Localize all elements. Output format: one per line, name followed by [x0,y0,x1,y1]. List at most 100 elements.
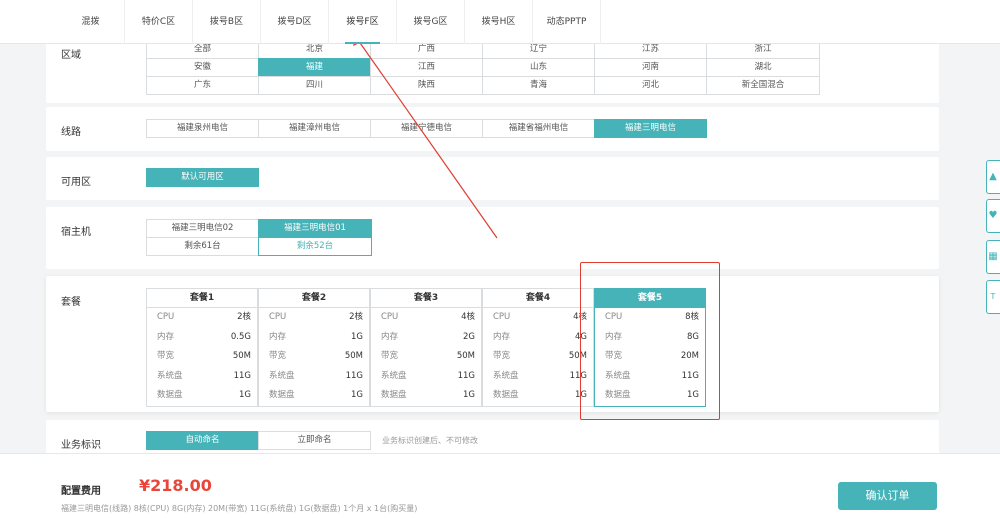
spec-value: 2核 [237,312,251,322]
price-value: ¥218.00 [139,476,212,495]
zone-tabs: 混拨 特价C区 拨号B区 拨号D区 拨号F区 拨号G区 拨号H区 动态PPTP [0,0,1000,44]
spec-key: 带宽 [493,351,511,361]
spec-value: 11G [569,370,587,381]
package-name: 套餐5 [595,289,705,308]
business-id-label: 业务标识 [61,440,101,451]
spec-value: 1G [575,390,587,400]
spec-key: 系统盘 [605,370,631,381]
region-option[interactable]: 陕西 [370,76,483,95]
spec-value: 20M [680,351,699,361]
spec-value: 11G [457,370,475,381]
region-option[interactable]: 广东 [146,76,259,95]
spec-key: 内存 [605,331,623,342]
spec-value: 50M [232,351,251,361]
package-spec-row: 内存 2G [371,328,481,348]
tab-dynamic-pptp[interactable]: 动态PPTP [533,0,601,44]
host-option-selected[interactable]: 福建三明电信01 [258,219,372,238]
region-option[interactable]: 河南 [594,58,707,77]
package-name: 套餐3 [371,289,481,308]
package-spec-row: 数据盘 1G [595,386,705,406]
spec-key: 数据盘 [493,390,519,400]
spec-value: 8G [687,331,699,342]
tab-dial-g[interactable]: 拨号G区 [397,0,465,44]
package-spec-row: 系统盘 11G [259,367,369,387]
package-spec-row: 内存 8G [595,328,705,348]
region-option[interactable]: 青海 [482,76,595,95]
line-option[interactable]: 福建漳州电信 [258,119,371,138]
line-option[interactable]: 福建泉州电信 [146,119,259,138]
package-card[interactable]: 套餐1 CPU 2核 内存 0.5G 带宽 50M 系统盘 11G 数据盘 1G [146,288,258,407]
host-remaining: 剩余61台 [146,237,259,256]
order-footer: 配置费用 ¥218.00 福建三明电信(线路) 8核(CPU) 8G(内存) 2… [0,453,1000,518]
spec-key: CPU [381,312,399,322]
region-option[interactable]: 新全国混合 [706,76,820,95]
line-option[interactable]: 福建省福州电信 [482,119,595,138]
package-spec-row: 系统盘 11G [483,367,593,387]
spec-value: 11G [345,370,363,381]
tab-special-c[interactable]: 特价C区 [125,0,193,44]
spec-key: 带宽 [605,351,623,361]
host-option[interactable]: 福建三明电信02 [146,219,259,238]
spec-key: 系统盘 [493,370,519,381]
line-option[interactable]: 福建宁德电信 [370,119,483,138]
confirm-order-button[interactable]: 确认订单 [838,482,937,510]
spec-key: 系统盘 [381,370,407,381]
tab-dial-d[interactable]: 拨号D区 [261,0,329,44]
tab-dial-h[interactable]: 拨号H区 [465,0,533,44]
text-icon[interactable]: T [986,280,1000,314]
package-card[interactable]: 套餐2 CPU 2核 内存 1G 带宽 50M 系统盘 11G 数据盘 1G [258,288,370,407]
spec-value: 11G [233,370,251,381]
package-name: 套餐4 [483,289,593,308]
tree-icon[interactable]: ▲ [986,160,1000,194]
heart-icon[interactable]: ♥ [986,199,1000,233]
zone-label: 可用区 [61,177,91,188]
auto-name-option[interactable]: 自动命名 [146,431,259,450]
region-option[interactable]: 山东 [482,58,595,77]
region-option[interactable]: 安徽 [146,58,259,77]
spec-value: 8核 [685,312,699,322]
package-name: 套餐2 [259,289,369,308]
spec-key: 数据盘 [269,390,295,400]
order-summary: 福建三明电信(线路) 8核(CPU) 8G(内存) 20M(带宽) 11G(系统… [61,504,418,513]
spec-value: 50M [456,351,475,361]
spec-value: 50M [344,351,363,361]
region-option[interactable]: 河北 [594,76,707,95]
package-card-selected[interactable]: 套餐5 CPU 8核 内存 8G 带宽 20M 系统盘 11G 数据盘 1G [594,288,706,407]
spec-key: 带宽 [157,351,175,361]
host-label: 宿主机 [61,227,91,238]
package-card[interactable]: 套餐4 CPU 4核 内存 4G 带宽 50M 系统盘 11G 数据盘 1G [482,288,594,407]
package-spec-row: 系统盘 11G [147,367,257,387]
tab-dial-b[interactable]: 拨号B区 [193,0,261,44]
spec-key: CPU [605,312,623,322]
zone-option-selected[interactable]: 默认可用区 [146,168,259,187]
package-spec-row: 内存 0.5G [147,328,257,348]
spec-key: 内存 [269,331,287,342]
package-spec-row: 带宽 50M [483,347,593,367]
region-option-selected[interactable]: 福建 [258,58,371,77]
spec-key: 内存 [381,331,399,342]
tab-dial-f[interactable]: 拨号F区 [329,0,397,44]
line-section: 线路 福建泉州电信 福建漳州电信 福建宁德电信 福建省福州电信 福建三明电信 [46,107,939,151]
package-spec-row: 带宽 50M [259,347,369,367]
tab-mixed[interactable]: 混拨 [57,0,125,44]
package-spec-row: 带宽 50M [147,347,257,367]
package-spec-row: CPU 4核 [371,308,481,328]
spec-value: 1G [687,390,699,400]
package-section: 套餐 套餐1 CPU 2核 内存 0.5G 带宽 50M 系统盘 11G 数据盘 1G 套… [46,276,939,412]
spec-key: 数据盘 [605,390,631,400]
spec-value: 2G [463,331,475,342]
package-spec-row: 内存 4G [483,328,593,348]
spec-key: 带宽 [381,351,399,361]
spec-key: 数据盘 [381,390,407,400]
line-option-selected[interactable]: 福建三明电信 [594,119,707,138]
qr-icon[interactable]: ▦ [986,240,1000,274]
fee-label: 配置费用 [61,486,101,497]
package-spec-row: 数据盘 1G [147,386,257,406]
manual-name-option[interactable]: 立即命名 [258,431,371,450]
package-card[interactable]: 套餐3 CPU 4核 内存 2G 带宽 50M 系统盘 11G 数据盘 1G [370,288,482,407]
region-option[interactable]: 湖北 [706,58,820,77]
region-option[interactable]: 四川 [258,76,371,95]
spec-key: 带宽 [269,351,287,361]
region-option[interactable]: 江西 [370,58,483,77]
spec-value: 4核 [461,312,475,322]
